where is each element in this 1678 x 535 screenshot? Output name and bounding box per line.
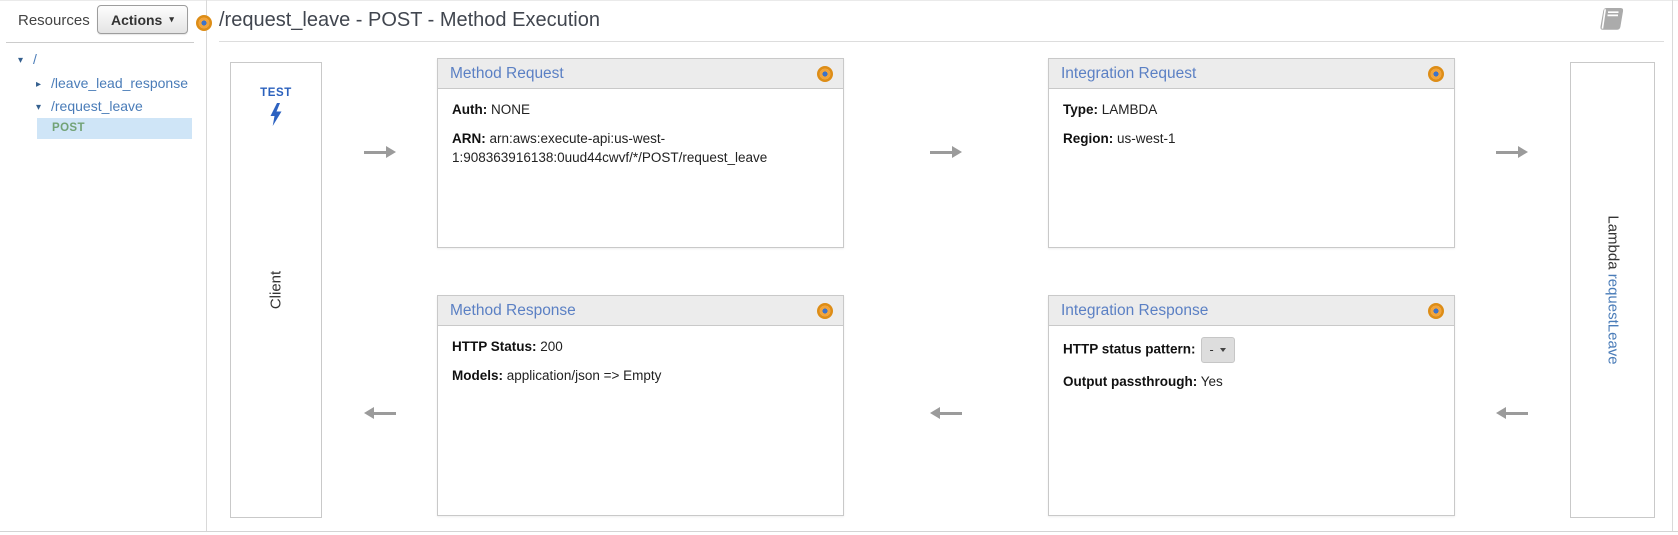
integration-response-title-link[interactable]: Integration Response (1061, 302, 1208, 319)
arn-value: arn:aws:execute-api:us-west-1:9083639161… (452, 130, 768, 166)
actions-button[interactable]: Actions ▾ (97, 5, 188, 34)
type-label: Type: (1063, 102, 1099, 117)
sidebar-separator (6, 42, 194, 43)
sidebar-item-post-method[interactable]: POST (52, 122, 85, 134)
method-response-header: Method Response (438, 296, 843, 326)
flow-arrow-left-icon (364, 407, 396, 419)
models-label: Models: (452, 367, 504, 383)
integration-request-body: Type: LAMBDA Region: us-west-1 (1049, 89, 1454, 168)
title-separator (219, 41, 1664, 42)
lambda-label: Lambda requestLeave (1604, 215, 1621, 364)
models-value: application/json => Empty (506, 367, 662, 383)
http-status-row: HTTP Status: 200 (452, 337, 829, 357)
documentation-book-icon[interactable] (1597, 6, 1627, 38)
bullseye-icon (817, 303, 833, 319)
actions-button-label: Actions (111, 11, 163, 28)
output-passthrough-row: Output passthrough: Yes (1063, 372, 1440, 392)
test-link[interactable]: TEST (231, 87, 321, 99)
http-status-pattern-value: - (1209, 343, 1214, 357)
integration-response-header: Integration Response (1049, 296, 1454, 326)
models-row: Models: application/json => Empty (452, 366, 829, 386)
sidebar-divider (206, 0, 207, 531)
region-value: us-west-1 (1117, 130, 1176, 146)
integration-response-panel: Integration Response HTTP status pattern… (1048, 295, 1455, 516)
auth-label: Auth: (452, 102, 488, 117)
method-execution-bullseye-icon (196, 15, 212, 31)
type-row: Type: LAMBDA (1063, 100, 1440, 120)
output-passthrough-value: Yes (1200, 374, 1223, 390)
method-request-panel: Method Request Auth: NONE ARN: arn:aws:e… (437, 58, 844, 248)
sidebar-item-root[interactable]: ▾ / (18, 51, 37, 67)
bullseye-icon (1428, 303, 1444, 319)
flow-arrow-left-icon (1496, 407, 1528, 419)
lambda-box: Lambda requestLeave (1570, 62, 1655, 518)
flow-arrow-right-icon (930, 146, 962, 158)
sidebar-item-leave-lead-response[interactable]: ▸/leave_lead_response (36, 75, 188, 91)
output-passthrough-label: Output passthrough: (1063, 374, 1198, 390)
region-label: Region: (1063, 130, 1114, 146)
http-status-pattern-label: HTTP status pattern: (1063, 341, 1196, 357)
http-status-label: HTTP Status: (452, 339, 537, 354)
bullseye-icon (1428, 66, 1444, 82)
sidebar-item-request-leave[interactable]: ▾/request_leave (36, 98, 143, 114)
arn-label: ARN: (452, 130, 486, 146)
expander-open-icon[interactable]: ▾ (18, 55, 33, 66)
flow-arrow-left-icon (930, 407, 962, 419)
lightning-bolt-icon[interactable] (269, 103, 284, 131)
http-status-pattern-select[interactable]: - (1200, 337, 1235, 364)
lambda-function-link[interactable]: requestLeave (1604, 274, 1621, 365)
method-request-body: Auth: NONE ARN: arn:aws:execute-api:us-w… (438, 89, 843, 188)
bottom-border (0, 531, 1678, 532)
region-row: Region: us-west-1 (1063, 129, 1440, 149)
http-status-pattern-row: HTTP status pattern: - (1063, 337, 1440, 364)
resources-pane-title: Resources (18, 12, 90, 29)
caret-down-icon: ▾ (169, 14, 174, 24)
method-response-panel: Method Response HTTP Status: 200 Models:… (437, 295, 844, 516)
method-response-body: HTTP Status: 200 Models: application/jso… (438, 326, 843, 405)
client-box: TEST Client (230, 62, 322, 518)
method-request-title-link[interactable]: Method Request (450, 65, 564, 82)
flow-arrow-right-icon (364, 146, 396, 158)
integration-request-panel: Integration Request Type: LAMBDA Region:… (1048, 58, 1455, 248)
top-border (0, 0, 1678, 1)
method-response-title-link[interactable]: Method Response (450, 302, 576, 319)
right-border (1672, 0, 1673, 531)
chevron-down-icon (1219, 348, 1226, 353)
integration-request-header: Integration Request (1049, 59, 1454, 89)
auth-value: NONE (491, 102, 531, 117)
integration-response-body: HTTP status pattern: - Output passthrough… (1049, 326, 1454, 412)
auth-row: Auth: NONE (452, 100, 829, 120)
method-request-header: Method Request (438, 59, 843, 89)
lambda-prefix-label: Lambda (1604, 215, 1621, 270)
flow-arrow-right-icon (1496, 146, 1528, 158)
integration-request-title-link[interactable]: Integration Request (1061, 65, 1196, 82)
type-value: LAMBDA (1101, 102, 1158, 117)
expander-closed-icon[interactable]: ▸ (36, 79, 51, 90)
expander-open-icon[interactable]: ▾ (36, 102, 51, 113)
resource-request-leave-link[interactable]: /request_leave (51, 98, 143, 114)
resource-root-link[interactable]: / (33, 51, 37, 67)
client-label: Client (267, 270, 285, 310)
arn-row: ARN: arn:aws:execute-api:us-west-1:90836… (452, 129, 829, 168)
bullseye-icon (817, 66, 833, 82)
resource-leave-lead-response-link[interactable]: /leave_lead_response (51, 75, 188, 91)
page-title: /request_leave - POST - Method Execution (219, 9, 600, 31)
http-status-value: 200 (540, 339, 563, 354)
